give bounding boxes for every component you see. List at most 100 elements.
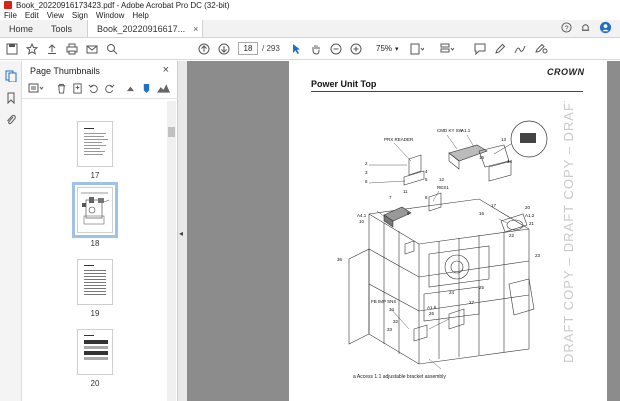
close-panel-icon[interactable]: × <box>163 64 169 76</box>
draw-icon[interactable] <box>514 42 526 56</box>
delete-page-icon[interactable] <box>56 83 67 97</box>
callout-label: 33 <box>387 327 393 332</box>
callout-label: 4 <box>425 169 428 174</box>
tab-document-label: Book_20220916617... <box>97 23 186 34</box>
rotate-clockwise-icon[interactable] <box>104 83 115 97</box>
thumbnail-scrollbar[interactable] <box>167 101 176 401</box>
left-navigation-rail <box>0 61 22 401</box>
callout-label: 32 <box>393 319 399 324</box>
panel-collapse-handle[interactable]: ◂ <box>178 61 187 401</box>
next-page-icon[interactable] <box>218 42 230 56</box>
bookmark-star-icon[interactable] <box>26 42 38 56</box>
brand-logo: CROWN <box>547 67 585 77</box>
fill-sign-icon[interactable] <box>534 42 548 56</box>
thumb-line <box>84 273 106 274</box>
thumbnail-larger-icon[interactable] <box>157 83 170 96</box>
document-canvas[interactable]: CROWN Power Unit Top PRX READER CMD KY S… <box>187 61 620 401</box>
bell-icon[interactable] <box>580 22 591 36</box>
search-icon[interactable] <box>106 42 118 56</box>
thumbnail-page-18[interactable] <box>72 182 118 238</box>
zoom-level-dropdown[interactable]: 75% ▾ <box>372 42 402 55</box>
watermark-text: DRAFT COPY – DRAFT COPY – DRAFT COPY <box>561 101 576 363</box>
heading-rule <box>311 91 583 92</box>
thumbnail-page-19[interactable] <box>77 259 113 305</box>
page-thumbnails-icon[interactable] <box>4 69 18 83</box>
callout-label: 3 <box>365 170 368 175</box>
zoom-in-icon[interactable] <box>350 42 362 56</box>
highlight-pen-icon[interactable] <box>494 42 506 56</box>
draft-watermark: DRAFT COPY – DRAFT COPY – DRAFT COPY <box>561 101 576 363</box>
thumb-line <box>84 294 106 295</box>
close-tab-icon[interactable]: × <box>193 24 198 34</box>
menu-edit[interactable]: Edit <box>25 11 39 20</box>
thumb-line <box>84 335 94 336</box>
menu-help[interactable]: Help <box>132 11 148 20</box>
title-bar: Book_20220916173423.pdf - Adobe Acrobat … <box>0 0 620 10</box>
callout-label: A1.1 <box>461 128 471 133</box>
callout-label: 27 <box>469 300 475 305</box>
thumbnail-label-20: 20 <box>90 379 100 388</box>
select-cursor-icon[interactable] <box>290 42 302 56</box>
thumbnail-smaller-icon[interactable] <box>126 83 135 95</box>
callout-label: 16 <box>479 211 485 216</box>
window-title: Book_20220916173423.pdf - Adobe Acrobat … <box>16 0 230 10</box>
upload-icon[interactable] <box>46 42 58 56</box>
thumb-line <box>84 282 106 283</box>
options-menu-icon[interactable] <box>28 83 44 97</box>
comment-icon[interactable] <box>474 42 486 56</box>
thumbnail-list: 17 18 19 20 <box>22 101 168 401</box>
thumbnail-page-17[interactable] <box>77 121 113 167</box>
pdf-page: CROWN Power Unit Top PRX READER CMD KY S… <box>289 61 607 401</box>
callout-label: CMD KY SW <box>437 128 464 133</box>
thumbnail-page-20[interactable] <box>77 329 113 375</box>
menu-file[interactable]: File <box>4 11 17 20</box>
tab-document[interactable]: Book_20220916617... × <box>87 20 204 37</box>
tab-home[interactable]: Home <box>0 20 42 37</box>
thumb-line <box>84 128 94 129</box>
attachments-icon[interactable] <box>4 113 18 127</box>
thumb-line <box>84 285 106 286</box>
menu-sign[interactable]: Sign <box>72 11 88 20</box>
previous-page-icon[interactable] <box>198 42 210 56</box>
thumb-line <box>84 148 100 149</box>
callout-label: 15 <box>479 155 485 160</box>
help-icon[interactable]: ? <box>561 21 572 36</box>
page-fit-icon[interactable] <box>410 42 424 56</box>
hand-tool-icon[interactable] <box>310 42 322 56</box>
thumb-line <box>84 270 106 271</box>
thumb-line <box>84 142 102 143</box>
menu-bar: File Edit View Sign Window Help <box>0 10 620 20</box>
email-icon[interactable] <box>86 42 98 56</box>
account-icon[interactable] <box>599 21 612 37</box>
thumbnail-diagram-preview <box>81 192 110 225</box>
thumbnail-tag-icon[interactable] <box>142 83 151 97</box>
thumb-line <box>84 279 106 280</box>
chevron-left-icon: ◂ <box>179 229 184 238</box>
total-pages: / 293 <box>262 44 280 53</box>
rotate-counterclockwise-icon[interactable] <box>88 83 99 97</box>
callout-label: 26 <box>429 311 435 316</box>
callout-label: 11 <box>403 189 408 194</box>
callout-label: 8 <box>425 195 428 200</box>
callout-label: FB IMP SNS <box>371 299 396 304</box>
menu-view[interactable]: View <box>47 11 64 20</box>
callout-label: PRX READER <box>384 137 414 142</box>
callout-label: 6 <box>365 179 368 184</box>
thumb-line <box>84 133 106 134</box>
thumb-line <box>84 145 106 146</box>
callout-label: 22 <box>509 233 515 238</box>
tab-tools[interactable]: Tools <box>42 20 81 37</box>
scroll-mode-icon[interactable] <box>440 42 454 56</box>
bookmarks-icon[interactable] <box>4 91 18 105</box>
insert-page-icon[interactable] <box>72 83 83 97</box>
menu-window[interactable]: Window <box>96 11 124 20</box>
current-page-input[interactable]: 18 <box>238 42 258 55</box>
print-icon[interactable] <box>66 42 78 56</box>
svg-text:?: ? <box>564 23 568 32</box>
thumb-line <box>84 139 108 140</box>
thumb-line <box>84 288 106 289</box>
save-icon[interactable] <box>6 42 18 56</box>
zoom-out-icon[interactable] <box>330 42 342 56</box>
scrollbar-thumb[interactable] <box>168 127 175 137</box>
callout-label: 13 <box>501 137 507 142</box>
